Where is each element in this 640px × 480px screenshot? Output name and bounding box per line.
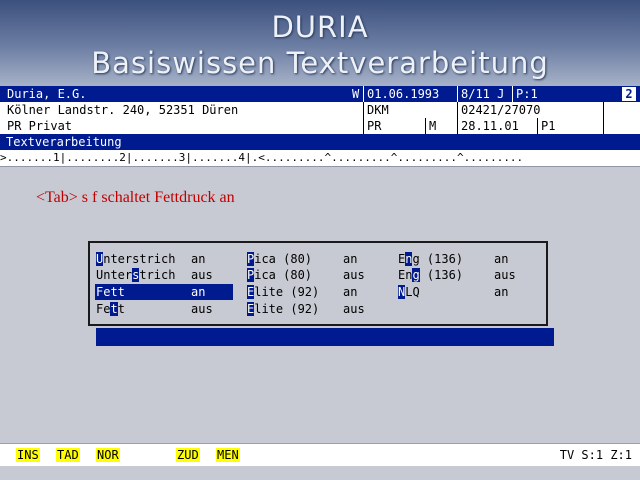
menu-item-value: an: [191, 252, 206, 266]
header-row-3: PR Privat PR M 28.11.01 P1: [0, 118, 640, 134]
header-date: 01.06.1993: [363, 86, 457, 102]
header-page-code: P:1: [512, 86, 602, 102]
menu-item-value: an: [343, 252, 358, 266]
header-row-1: Duria, E.G. W 01.06.1993 8/11 J P:1 2: [0, 86, 640, 102]
menu-item-value: an: [494, 285, 509, 299]
menu-item-label: trich: [139, 268, 176, 282]
document-title: Textverarbeitung: [0, 134, 640, 150]
status-key-zud[interactable]: ZUD: [176, 448, 200, 462]
menu-item-unterstrich-an[interactable]: Unterstrich: [96, 251, 175, 267]
tab-ruler[interactable]: >.......1|........2|.......3|.......4|.<…: [0, 150, 640, 167]
menu-item-label: lite (92): [254, 302, 320, 316]
header-row-2: Kölner Landstr. 240, 52351 Düren DKM 024…: [0, 102, 640, 118]
instruction-text: <Tab> s f schaltet Fettdruck an: [36, 189, 235, 206]
menu-item-value: aus: [343, 268, 365, 282]
menu-item-value: an: [343, 285, 358, 299]
status-key-nor[interactable]: NOR: [96, 448, 120, 462]
menu-item-nlq-an[interactable]: NLQ: [398, 284, 420, 300]
menu-item-value: aus: [191, 302, 213, 316]
format-menu: Unterstrich an Unterstrich aus Fett an F…: [88, 241, 548, 326]
menu-item-label: Fe: [96, 302, 111, 316]
menu-item-value: aus: [343, 302, 365, 316]
menu-item-label: ica (80): [254, 252, 313, 266]
title-banner: DURIA Basiswissen Textverarbeitung: [0, 0, 640, 86]
dept-date: 28.11.01: [457, 118, 537, 134]
menu-item-fett-an[interactable]: Fett: [96, 284, 125, 300]
menu-shadow: [96, 328, 554, 346]
menu-item-label: (136): [419, 268, 464, 282]
menu-item-pica-aus[interactable]: Pica (80): [247, 267, 312, 283]
menu-item-value: an: [494, 252, 509, 266]
menu-item-elite-an[interactable]: Elite (92): [247, 284, 319, 300]
menu-item-value: aus: [494, 268, 516, 282]
menu-item-eng-aus[interactable]: Eng (136): [398, 267, 463, 283]
menu-item-pica-an[interactable]: Pica (80): [247, 251, 312, 267]
banner-subtitle: Basiswissen Textverarbeitung: [91, 46, 549, 80]
menu-item-fett-aus[interactable]: Fett: [96, 301, 125, 317]
cursor-position: TV S:1 Z:1: [559, 448, 632, 462]
menu-item-label: Unter: [96, 268, 133, 282]
department: PR Privat: [7, 119, 73, 133]
page-number: 2: [622, 87, 636, 101]
menu-item-label: ica (80): [254, 268, 313, 282]
menu-item-unterstrich-aus[interactable]: Unterstrich: [96, 267, 175, 283]
hotkey: t: [110, 302, 118, 316]
status-key-men[interactable]: MEN: [216, 448, 240, 462]
status-bar: INS TAD NOR ZUD MEN TV S:1 Z:1: [0, 443, 640, 466]
menu-item-value: an: [191, 285, 206, 299]
menu-item-label: lite (92): [254, 285, 320, 299]
status-key-ins[interactable]: INS: [16, 448, 40, 462]
menu-item-label: En: [398, 268, 413, 282]
header-ref: 8/11 J: [457, 86, 512, 102]
menu-item-label: ett: [103, 285, 125, 299]
header-code: DKM: [363, 102, 457, 118]
author-name: Duria, E.G.: [7, 87, 87, 101]
header-blank: [603, 118, 640, 134]
dept-page: P1: [537, 118, 603, 134]
flag: W: [352, 87, 360, 101]
menu-item-eng-an[interactable]: Eng (136): [398, 251, 463, 267]
dept-mark: M: [425, 118, 457, 134]
header-blank: [603, 102, 640, 118]
menu-item-value: aus: [191, 268, 213, 282]
hotkey: g: [412, 268, 420, 282]
menu-item-label: LQ: [405, 285, 420, 299]
status-key-tad[interactable]: TAD: [56, 448, 80, 462]
address: Kölner Landstr. 240, 52351 Düren: [7, 103, 239, 117]
phone: 02421/27070: [457, 102, 603, 118]
menu-item-elite-aus[interactable]: Elite (92): [247, 301, 319, 317]
menu-item-label: g (136): [412, 252, 464, 266]
dept-code: PR: [363, 118, 425, 134]
menu-item-label: nterstrich: [103, 252, 176, 266]
menu-item-label: t: [117, 302, 125, 316]
banner-title: DURIA: [271, 10, 369, 44]
